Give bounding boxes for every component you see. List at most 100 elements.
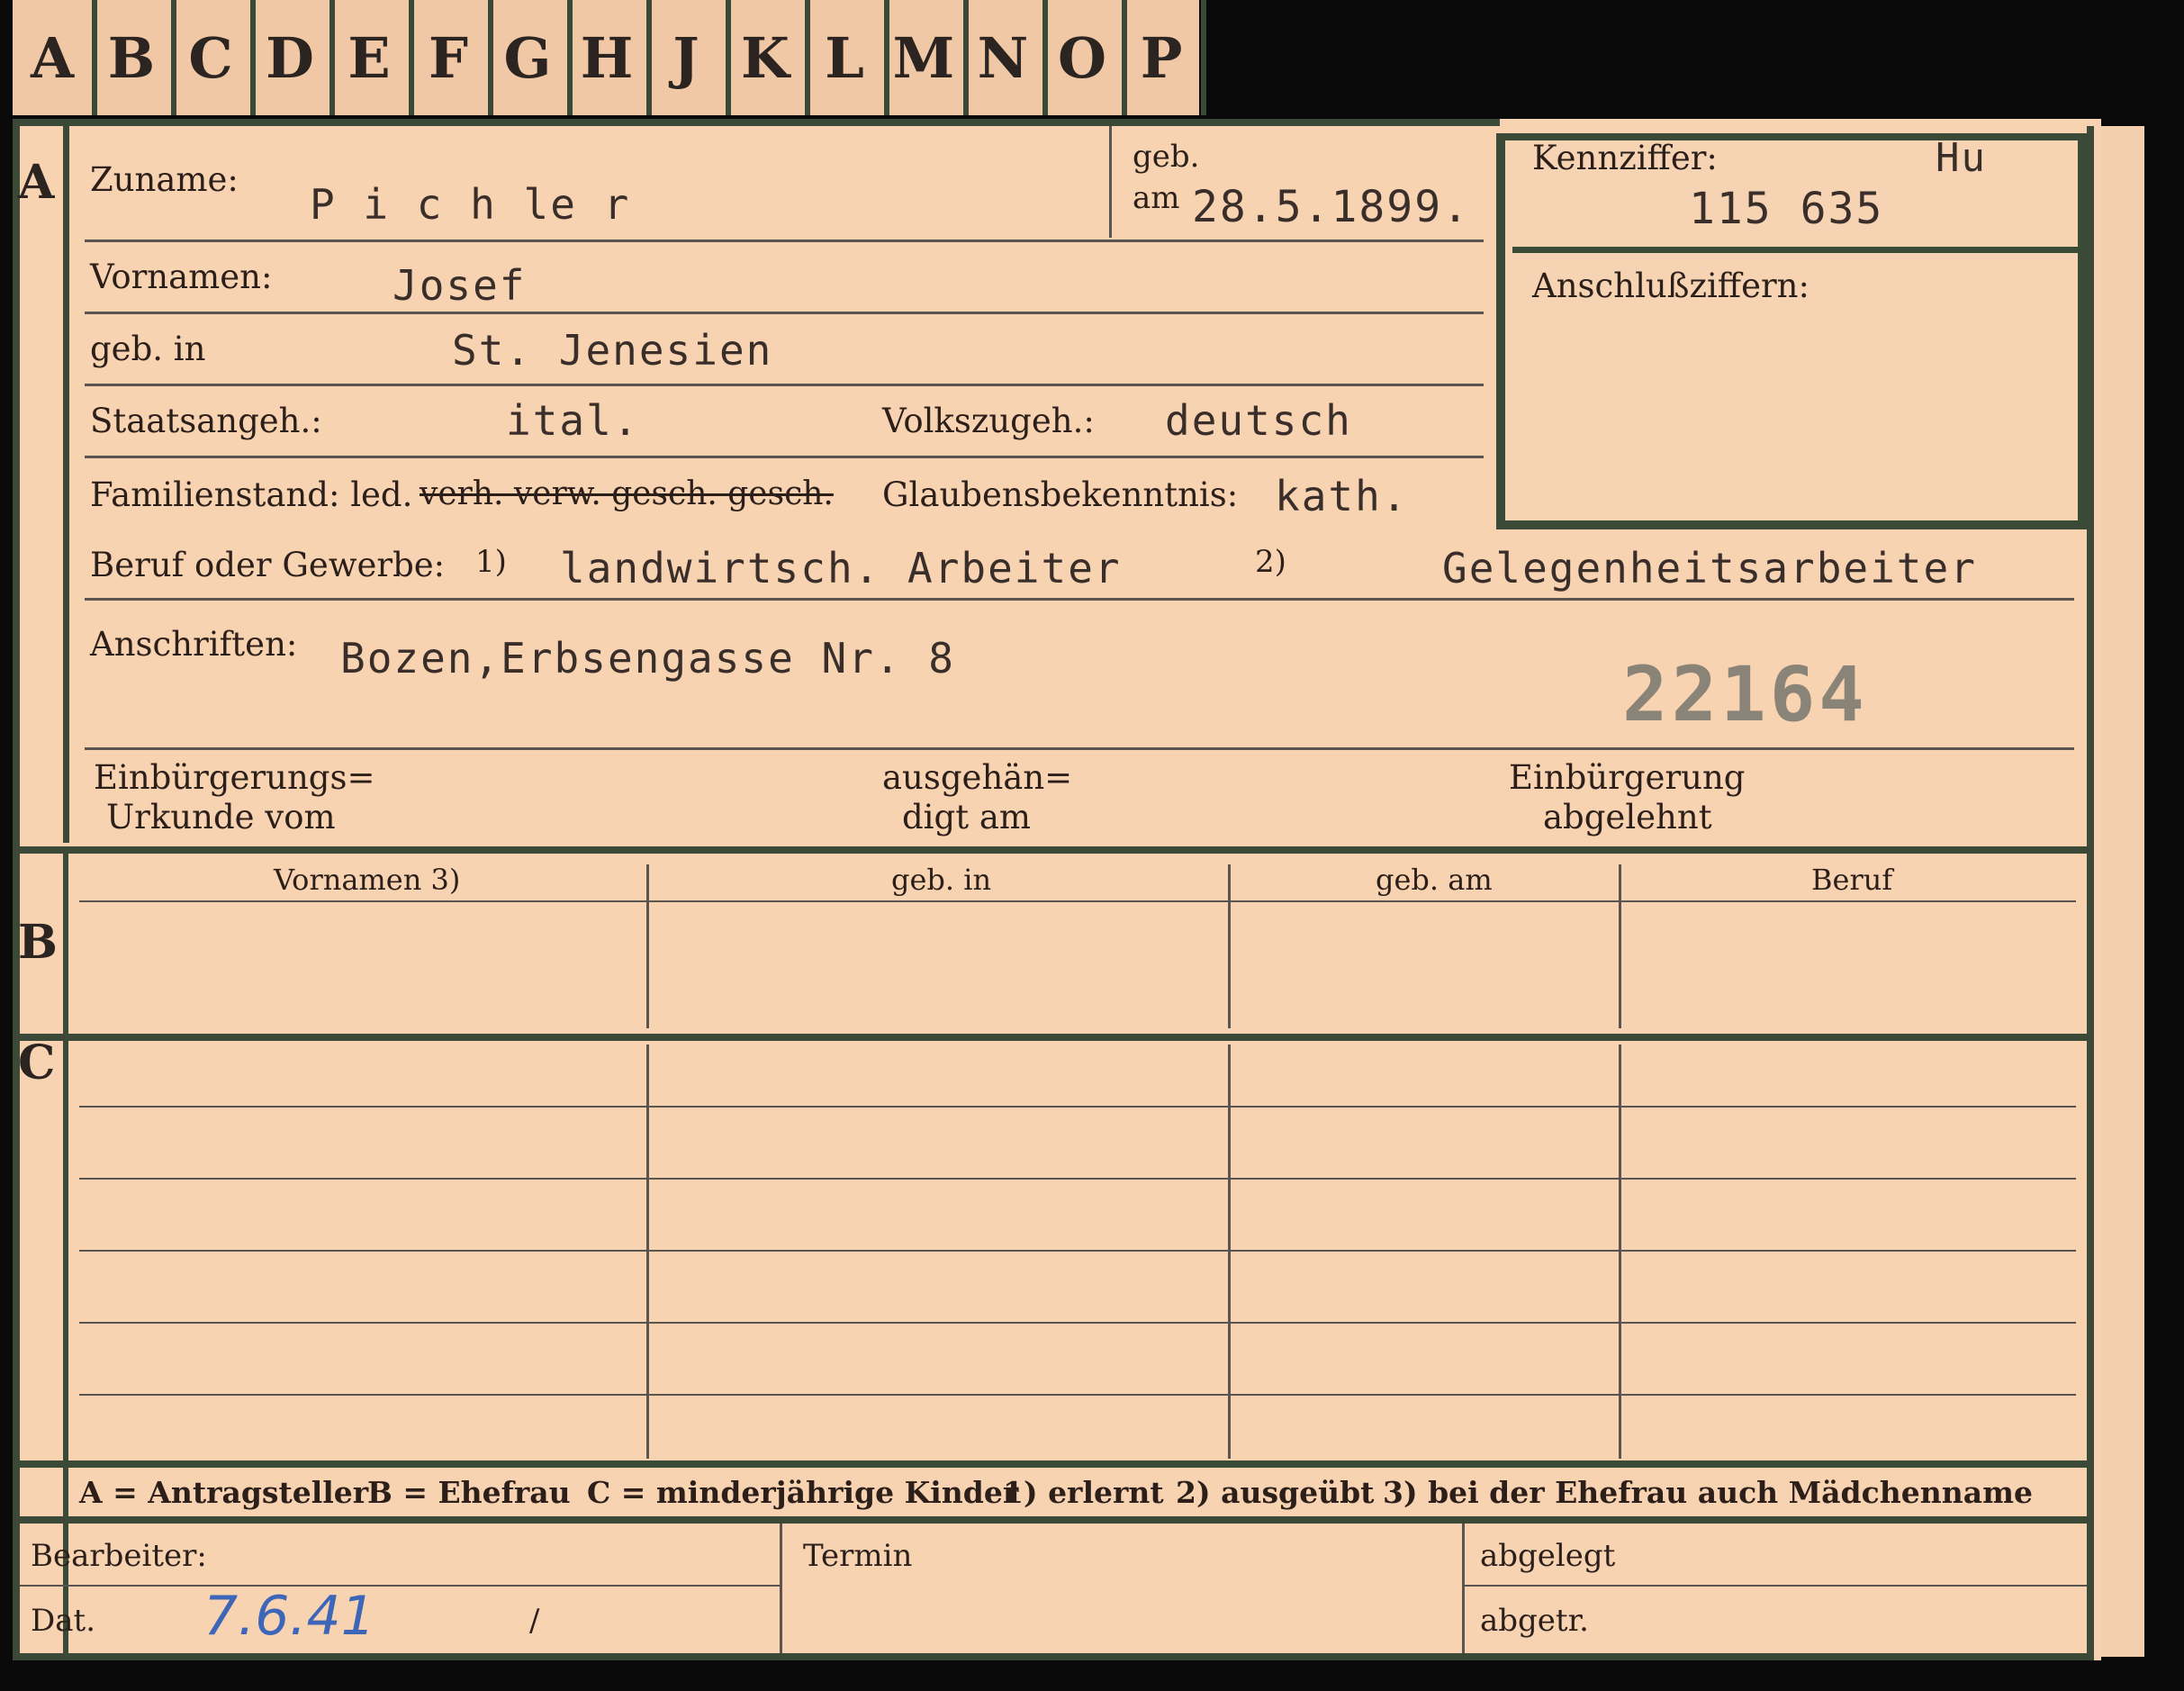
legend-b: B = Ehefrau	[367, 1475, 571, 1510]
einb-abgelehnt-label-1: Einbürgerung	[1509, 758, 1746, 797]
beruf-label: Beruf oder Gewerbe:	[90, 546, 446, 584]
geb-in-value: St. Jenesien	[452, 326, 773, 375]
kennziffer-suffix: Hu	[1936, 135, 1987, 181]
row-line-6	[85, 598, 2074, 601]
table-b-col-1	[646, 864, 649, 1028]
tab-letter-l[interactable]: L	[805, 0, 889, 115]
table-c-row-5	[79, 1394, 2076, 1396]
termin-label: Termin	[803, 1538, 913, 1574]
tab-letter-e[interactable]: E	[329, 0, 414, 115]
alphabet-tab-strip: ABCDEFGHJKLMNOP	[13, 0, 1206, 115]
frame-left	[13, 119, 20, 1660]
frame-top	[13, 119, 1500, 126]
tab-letter-o[interactable]: O	[1042, 0, 1127, 115]
glauben-value: kath.	[1275, 472, 1409, 520]
ausgehaendigt-label-2: digt am	[902, 798, 1031, 836]
tab-letter-b[interactable]: B	[92, 0, 176, 115]
table-c-row-3	[79, 1250, 2076, 1252]
tab-letter-d[interactable]: D	[250, 0, 335, 115]
vornamen-value: Josef	[393, 261, 527, 310]
tab-letter-k[interactable]: K	[726, 0, 810, 115]
section-letter-a: A	[18, 155, 55, 210]
table-b-col-3	[1619, 864, 1621, 1028]
legend-top-line	[13, 1460, 2094, 1468]
footer-row-left	[20, 1585, 780, 1587]
table-b-header-vornamen: Vornamen 3)	[274, 863, 461, 897]
beruf-footnote-2: 2)	[1255, 544, 1286, 580]
frame-bottom	[13, 1653, 2094, 1660]
table-b-col-2	[1228, 864, 1231, 1028]
table-c-row-2	[79, 1178, 2076, 1180]
am-label: am	[1133, 180, 1180, 216]
section-letter-b: B	[18, 915, 58, 970]
volkszugeh-value: deutsch	[1165, 396, 1352, 445]
legend-bottom-line	[13, 1516, 2094, 1524]
zuname-value: P i c h le r	[310, 180, 631, 229]
staatsangeh-value: ital.	[506, 396, 640, 445]
section-c-top-line	[13, 1034, 2094, 1041]
table-c-row-4	[79, 1322, 2076, 1324]
footer-col-2	[1462, 1524, 1465, 1653]
vornamen-label: Vornamen:	[90, 258, 273, 296]
staatsangeh-label: Staatsangeh.:	[90, 402, 322, 440]
tab-letter-f[interactable]: F	[409, 0, 493, 115]
einb-urkunde-label-1: Einbürgerungs=	[94, 758, 375, 797]
legend-a: A = Antragsteller	[79, 1475, 369, 1510]
anschrift-value: Bozen,Erbsengasse Nr. 8	[340, 634, 955, 683]
abgelegt-label: abgelegt	[1480, 1538, 1616, 1574]
table-b-header-geb-in: geb. in	[891, 863, 992, 897]
legend-note-1: 1) erlernt	[1003, 1475, 1164, 1510]
legend-note-3: 3) bei der Ehefrau auch Mädchenname	[1383, 1475, 2033, 1510]
stamp-number: 22164	[1622, 650, 1868, 738]
section-b-top-line	[13, 846, 2094, 854]
footer-row-right	[1464, 1585, 2087, 1587]
ausgehaendigt-label-1: ausgehän=	[882, 758, 1073, 797]
kennziffer-divider	[1512, 247, 2085, 253]
tab-letter-m[interactable]: M	[884, 0, 969, 115]
legend-note-2: 2) ausgeübt	[1176, 1475, 1375, 1510]
row-line-3	[85, 384, 1484, 386]
glauben-label: Glaubensbekenntnis:	[882, 475, 1239, 514]
tab-letter-p[interactable]: P	[1122, 0, 1206, 115]
kennziffer-number: 115 635	[1689, 184, 1884, 234]
row-line-2	[85, 312, 1484, 314]
row-line-7	[85, 747, 2074, 750]
table-b-header-geb-am: geb. am	[1376, 863, 1493, 897]
bearbeiter-label: Bearbeiter:	[31, 1538, 207, 1574]
anschriften-label: Anschriften:	[90, 625, 298, 664]
table-b-header-beruf: Beruf	[1811, 863, 1893, 897]
legend-c: C = minderjährige Kinder	[587, 1475, 1019, 1510]
geb-label: geb.	[1133, 139, 1200, 175]
tab-letter-n[interactable]: N	[963, 0, 1048, 115]
frame-right	[2087, 126, 2094, 1660]
einb-abgelehnt-label-2: abgelehnt	[1543, 798, 1712, 836]
tab-letter-j[interactable]: J	[646, 0, 731, 115]
tab-letter-h[interactable]: H	[567, 0, 652, 115]
row-line-4	[85, 456, 1484, 458]
dat-slash: /	[529, 1603, 540, 1639]
beruf-footnote-1: 1)	[475, 544, 507, 580]
familienstand-struck-options: verh. verw. gesch. gesch.	[420, 475, 834, 512]
footer-col-1	[780, 1524, 782, 1653]
abgetr-label: abgetr.	[1480, 1603, 1589, 1639]
familienstand-label: Familienstand: led.	[90, 475, 413, 514]
table-c-row-1	[79, 1106, 2076, 1108]
tab-letter-g[interactable]: G	[488, 0, 573, 115]
dat-label: Dat.	[31, 1603, 96, 1639]
anschluss-label: Anschlußziffern:	[1532, 267, 1809, 305]
section-letter-c: C	[18, 1035, 56, 1090]
card-edge	[2101, 126, 2144, 1657]
tab-letter-a[interactable]: A	[13, 0, 97, 115]
geb-in-label: geb. in	[90, 330, 206, 368]
dat-handwritten-value: 7.6.41	[203, 1585, 375, 1648]
row-line-1	[85, 240, 1484, 242]
volkszugeh-label: Volkszugeh.:	[882, 402, 1095, 440]
tab-letter-c[interactable]: C	[171, 0, 256, 115]
beruf-1-value: landwirtsch. Arbeiter	[560, 544, 1122, 592]
frame-a-inner-left	[63, 122, 69, 843]
einb-urkunde-label-2: Urkunde vom	[106, 798, 336, 836]
zuname-label: Zuname:	[90, 160, 239, 199]
geb-divider	[1109, 126, 1112, 238]
kennziffer-label: Kennziffer:	[1532, 139, 1718, 177]
geb-am-value: 28.5.1899.	[1192, 182, 1470, 232]
